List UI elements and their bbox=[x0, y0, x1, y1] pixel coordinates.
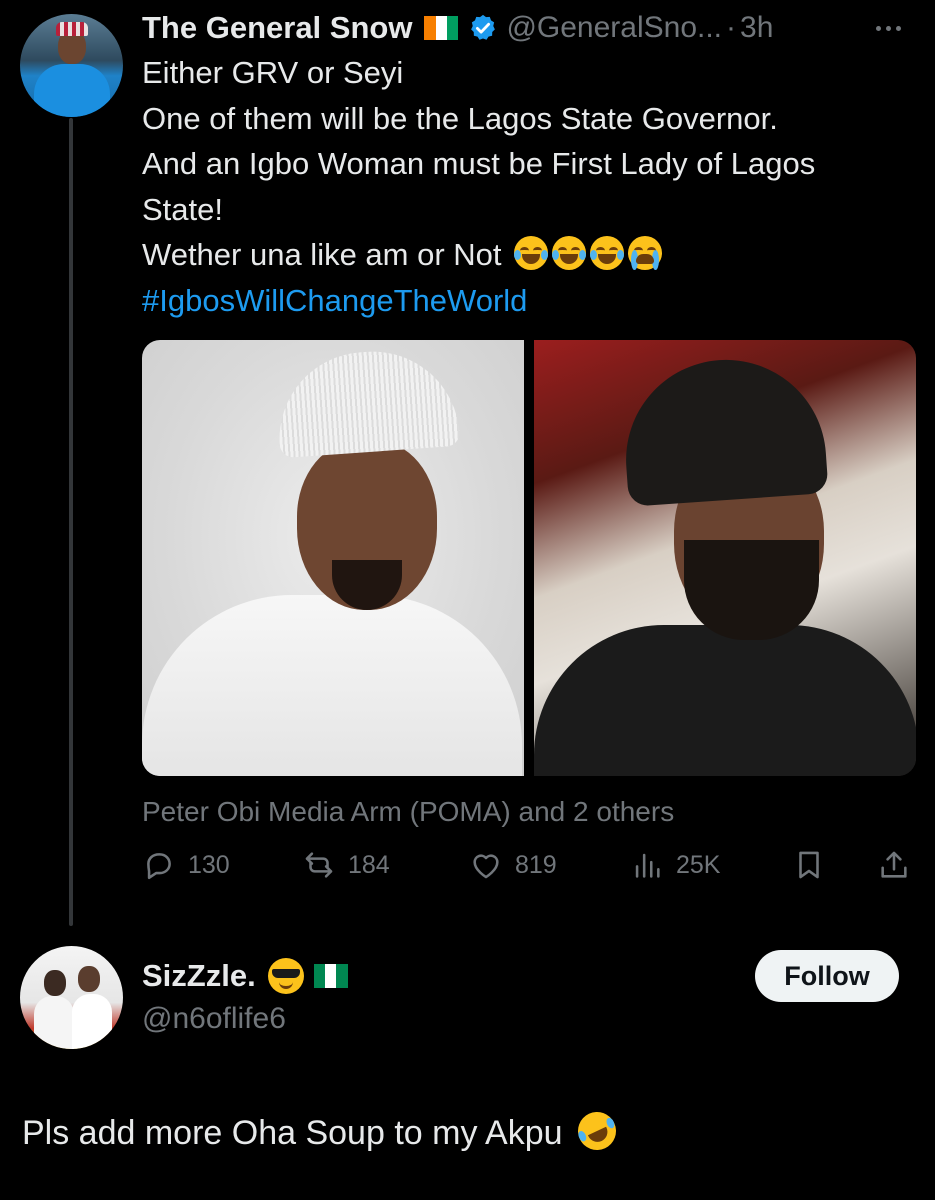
reply-handle[interactable]: @n6oflife6 bbox=[142, 1002, 286, 1036]
sunglasses-emoji-icon bbox=[267, 958, 304, 994]
follow-button[interactable]: Follow bbox=[755, 950, 899, 1002]
tweet-header: The General Snow @GeneralSno... · 3h bbox=[142, 8, 773, 48]
like-icon bbox=[473, 854, 499, 879]
thread-line bbox=[69, 118, 73, 926]
repost-icon bbox=[305, 852, 333, 878]
reply-avatar[interactable] bbox=[20, 946, 123, 1049]
tears-of-joy-emoji-icon bbox=[590, 236, 625, 270]
like-count: 819 bbox=[515, 850, 557, 879]
reposted-by[interactable]: Peter Obi Media Arm (POMA) and 2 others bbox=[142, 796, 674, 828]
reply-body: Pls add more Oha Soup to my Akpu bbox=[22, 1114, 563, 1152]
nigeria-flag-icon bbox=[313, 964, 348, 988]
like-button[interactable]: 819 bbox=[469, 848, 557, 882]
reply-icon bbox=[147, 853, 171, 880]
tweet-line-with-emojis: Wether una like am or Not bbox=[142, 232, 912, 278]
share-icon bbox=[881, 851, 907, 878]
tweet-line: Wether una like am or Not bbox=[142, 237, 502, 272]
handle[interactable]: @GeneralSno... bbox=[506, 11, 722, 45]
tweet-line: State! bbox=[142, 191, 223, 227]
views-icon bbox=[635, 853, 660, 878]
separator: · bbox=[726, 11, 737, 44]
photo-right[interactable] bbox=[534, 340, 916, 776]
bookmark-icon bbox=[799, 851, 819, 879]
action-bar: 130 184 819 25K bbox=[142, 848, 912, 894]
tweet-line: One of them will be the Lagos State Gove… bbox=[142, 100, 778, 136]
share-button[interactable] bbox=[877, 848, 911, 882]
views-count: 25K bbox=[676, 850, 721, 879]
bookmark-button[interactable] bbox=[792, 848, 826, 882]
avatar[interactable] bbox=[20, 14, 123, 117]
reply-text: Pls add more Oha Soup to my Akpu bbox=[22, 1105, 623, 1157]
repost-button[interactable]: 184 bbox=[302, 848, 390, 882]
tweet-line: Either GRV or Seyi bbox=[142, 55, 404, 90]
repost-count: 184 bbox=[348, 850, 390, 879]
tweet-line: And an Igbo Woman must be First Lady of … bbox=[142, 146, 816, 181]
reply-count: 130 bbox=[188, 850, 230, 879]
reply-header: SizZzle. bbox=[142, 958, 348, 994]
tears-of-joy-emoji-icon bbox=[514, 236, 549, 270]
more-icon[interactable] bbox=[876, 26, 901, 31]
display-name[interactable]: The General Snow bbox=[142, 10, 412, 46]
reply-button[interactable]: 130 bbox=[142, 848, 230, 882]
loudly-crying-emoji-icon bbox=[628, 236, 663, 270]
verified-badge-icon bbox=[471, 14, 496, 40]
timestamp[interactable]: 3h bbox=[740, 11, 773, 45]
rolling-on-floor-laughing-emoji-icon bbox=[571, 1105, 623, 1157]
hashtag-link[interactable]: #IgbosWillChangeTheWorld bbox=[142, 278, 912, 324]
tweet-media[interactable] bbox=[142, 340, 916, 776]
tears-of-joy-emoji-icon bbox=[552, 236, 587, 270]
tweet-text: Either GRV or Seyi One of them will be t… bbox=[142, 50, 912, 323]
views-button[interactable]: 25K bbox=[630, 848, 720, 882]
ivory-coast-flag-icon bbox=[424, 16, 459, 40]
photo-left[interactable] bbox=[142, 340, 524, 776]
reply-display-name[interactable]: SizZzle. bbox=[142, 958, 256, 994]
